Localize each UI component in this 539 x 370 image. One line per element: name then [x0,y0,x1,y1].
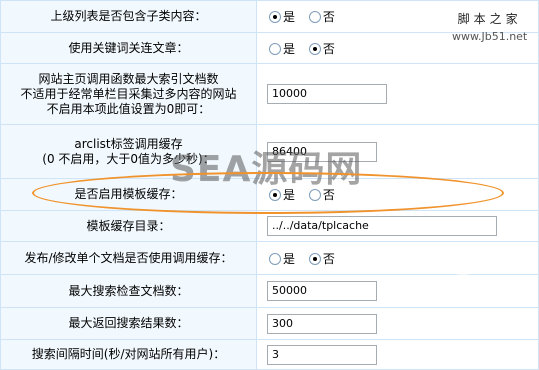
setting-label: 最大搜索检查文档数： [0,274,257,308]
radio-yes[interactable] [269,11,281,23]
radio-no[interactable] [308,42,321,55]
radio-no[interactable] [308,252,321,265]
setting-row: 最大返回搜索结果数： 300 [0,307,539,340]
setting-label: 网站主页调用函数最大索引文档数 不适用于经常单栏目采集过多内容的网站 不启用本项… [0,63,257,125]
brand-url: www.Jb51.net [452,30,528,43]
brand-watermark: 脚本之家 www.Jb51.net [452,10,527,46]
highlight-oval [32,172,504,214]
radio-no-label: 否 [322,41,335,56]
php-text: php [450,280,476,294]
setting-label: 搜索间隔时间(秒/对网站所有用户)： [0,339,257,370]
setting-label: 发布/修改单个文档是否使用调用缓存： [0,241,257,275]
radio-yes[interactable] [269,252,281,265]
radio-yes-label: 是 [283,251,296,266]
index-count-input[interactable]: 10000 [267,84,387,104]
setting-row: 搜索间隔时间(秒/对网站所有用户)： 3 [0,339,539,370]
setting-label: 最大返回搜索结果数： [0,307,257,340]
label-line: 不启用本项此值设置为0即可： [46,101,211,116]
template-cache-dir-input[interactable]: ../../data/tplcache [267,216,497,236]
radio-no[interactable] [308,11,321,23]
label-line: 网站主页调用函数最大索引文档数 [38,71,219,86]
setting-label: 使用关键词关连文章： [0,32,257,64]
php-cn-logo-icon: php 中文网 [442,274,526,300]
radio-yes[interactable] [269,42,281,55]
cn-text: 中文网 [487,281,526,296]
radio-yes-label: 是 [283,10,296,24]
label-line: 不适用于经常单栏目采集过多内容的网站 [20,86,237,101]
max-search-docs-input[interactable]: 50000 [267,281,377,301]
radio-no-label: 否 [322,251,335,266]
radio-yes-label: 是 [283,41,296,56]
search-interval-input[interactable]: 3 [267,344,377,365]
max-results-input[interactable]: 300 [267,313,377,334]
setting-label: 模板缓存目录： [0,210,257,242]
setting-label: 上级列表是否包含子类内容： [0,0,257,33]
brand-name: 脚本之家 [457,12,522,26]
setting-row: 网站主页调用函数最大索引文档数 不适用于经常单栏目采集过多内容的网站 不启用本项… [0,63,539,125]
radio-no-label: 否 [322,10,335,24]
setting-row: 模板缓存目录： ../../data/tplcache [0,210,539,242]
